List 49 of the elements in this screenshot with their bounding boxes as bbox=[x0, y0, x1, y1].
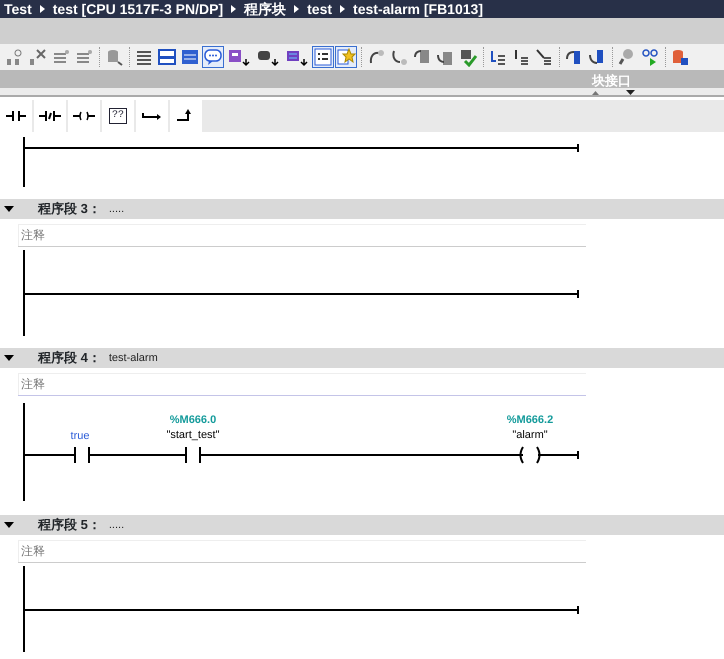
toolbar-button[interactable] bbox=[312, 46, 334, 68]
network-label: 程序段 3： bbox=[38, 200, 101, 218]
down-arrow-icon bbox=[626, 90, 635, 95]
glasses-icon bbox=[640, 47, 660, 67]
palette-button[interactable] bbox=[34, 100, 66, 132]
collapse-icon[interactable] bbox=[4, 355, 14, 361]
chevron-icon bbox=[40, 5, 45, 13]
contact-symbol bbox=[185, 446, 201, 464]
palette-button[interactable] bbox=[170, 100, 202, 132]
window-icon bbox=[157, 47, 177, 67]
palette-button[interactable] bbox=[0, 100, 32, 132]
network-label: 程序段 4： bbox=[38, 349, 101, 368]
list-icon bbox=[534, 47, 554, 67]
operand-address: %M666.2 bbox=[506, 414, 554, 426]
window-icon bbox=[180, 47, 200, 67]
breadcrumb-item[interactable]: test [CPU 1517F-3 PN/DP] bbox=[52, 0, 224, 18]
chevron-icon bbox=[231, 5, 236, 13]
breadcrumb-item[interactable]: test-alarm [FB1013] bbox=[353, 0, 483, 18]
panel-title: 块接口 bbox=[592, 72, 631, 90]
delete-icon bbox=[28, 47, 48, 67]
coil-symbol bbox=[520, 446, 540, 464]
comment-field[interactable]: 注释 bbox=[18, 373, 586, 395]
network-title: ..... bbox=[108, 518, 124, 533]
comment-field[interactable]: 注释 bbox=[18, 224, 586, 246]
collapse-icon[interactable] bbox=[4, 522, 14, 528]
network-label: 程序段 5： bbox=[38, 516, 101, 534]
operand-value: true bbox=[70, 430, 90, 442]
up-arrow-icon bbox=[592, 91, 599, 95]
toolbar-button[interactable] bbox=[156, 46, 178, 68]
collapse-icon[interactable] bbox=[4, 206, 14, 212]
contact-symbol bbox=[74, 446, 90, 464]
breadcrumb-item[interactable]: 程序块 bbox=[244, 0, 286, 18]
star-icon bbox=[336, 47, 356, 67]
network-title: ..... bbox=[108, 202, 124, 217]
chevron-icon bbox=[294, 5, 300, 13]
network-title: test-alarm bbox=[108, 350, 158, 366]
breadcrumb-item[interactable]: test bbox=[307, 0, 332, 18]
palette-button[interactable] bbox=[136, 100, 168, 132]
palette-button[interactable] bbox=[68, 100, 100, 132]
operand-address: %M666.0 bbox=[170, 414, 216, 426]
comment-field[interactable]: 注释 bbox=[18, 540, 586, 562]
breadcrumb-item[interactable]: Test bbox=[4, 0, 32, 18]
database-icon bbox=[670, 47, 690, 67]
operand-symbol: "start_test" bbox=[166, 429, 220, 441]
list-icon bbox=[313, 47, 333, 67]
chevron-icon bbox=[340, 5, 346, 13]
operand-symbol: "alarm" bbox=[512, 429, 548, 441]
check-icon bbox=[458, 47, 478, 67]
box-button[interactable]: ?? bbox=[102, 100, 134, 132]
